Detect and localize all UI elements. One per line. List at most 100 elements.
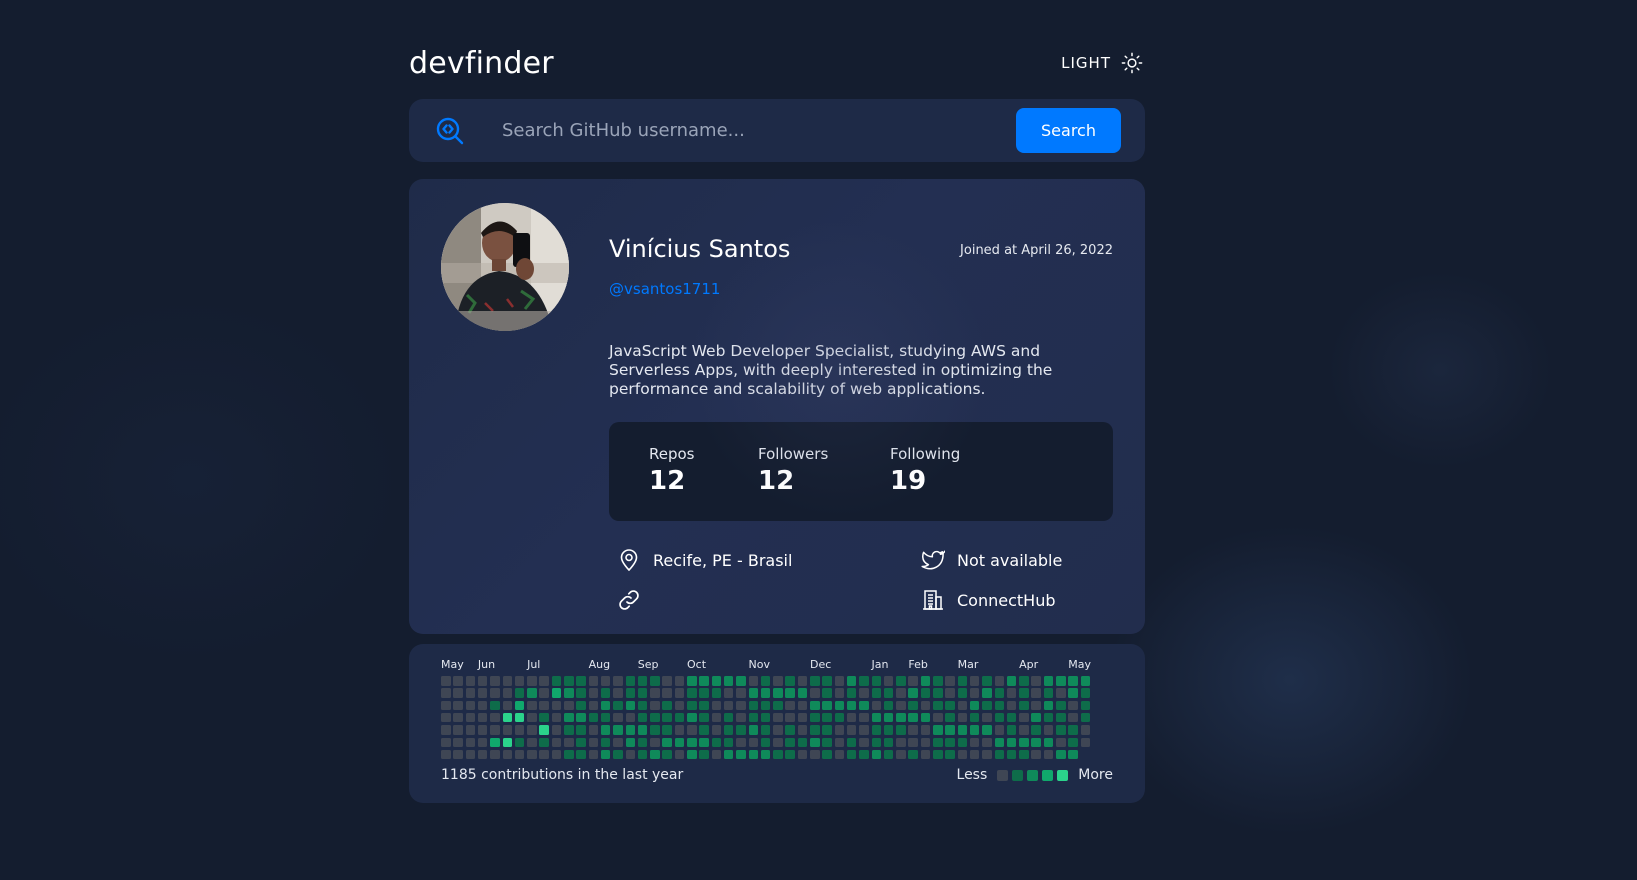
contribution-day [1019,676,1029,686]
contribution-day [1043,676,1054,686]
contribution-day [1068,737,1078,747]
contribution-day [1031,712,1041,723]
contribution-day [760,688,771,698]
contribution-day [760,712,771,723]
contribution-day [588,737,599,747]
contribution-day [527,749,537,760]
contribution-day [687,712,697,723]
contribution-day [674,725,685,735]
contribution-day [933,676,943,686]
contribution-legend: Less More [957,767,1113,783]
contribution-day [1080,737,1091,747]
contribution-day [982,688,992,698]
contribution-day [662,676,672,686]
contribution-day [477,712,488,723]
contribution-day [441,712,451,723]
contribution-day [662,700,672,711]
contribution-day [576,712,586,723]
contribution-day [477,725,488,735]
contribution-day [896,712,906,723]
contribution-day [810,725,820,735]
contribution-day [1068,700,1078,711]
legend-less: Less [956,767,988,783]
contribution-day [662,749,672,760]
contribution-day [1080,712,1091,723]
month-label: May [441,658,464,671]
month-label: Dec [810,658,832,671]
contribution-day [736,688,746,698]
contribution-day [883,688,894,698]
contribution-day [1006,725,1017,735]
contribution-day [564,712,574,723]
contribution-day [896,737,906,747]
contribution-day [699,712,709,723]
contribution-day [945,688,955,698]
theme-toggle-button[interactable]: LIGHT [1061,52,1143,74]
contribution-day [613,725,623,735]
search-button[interactable]: Search [1016,108,1121,153]
contribution-day [699,700,709,711]
location-text: Recife, PE - Brasil [653,550,793,570]
contribution-day [551,676,562,686]
profile-login-link[interactable]: @vsantos1711 [609,280,720,298]
contribution-day [465,725,476,735]
contribution-day [969,749,980,760]
contribution-day [465,712,476,723]
contribution-day [797,749,808,760]
contribution-day [969,688,980,698]
contribution-day [477,688,488,698]
contribution-day [933,737,943,747]
contribution-day [933,712,943,723]
contribution-day [687,749,697,760]
contribution-day [551,749,562,760]
contribution-day [711,737,722,747]
contribution-day [539,725,549,735]
contribution-day [477,737,488,747]
contribution-day [822,700,832,711]
contribution-day [810,712,820,723]
contribution-day [945,749,955,760]
contribution-day [650,725,660,735]
contribution-day [576,676,586,686]
contribution-day [797,737,808,747]
blog-item[interactable] [617,588,653,612]
contribution-day [514,688,525,698]
stat-repos: Repos 12 [649,445,695,497]
contribution-day [846,725,857,735]
contribution-day [674,712,685,723]
contribution-day [465,688,476,698]
contribution-day [871,712,881,723]
contribution-day [736,725,746,735]
contribution-day [883,737,894,747]
contribution-day [822,676,832,686]
contribution-day [920,725,931,735]
legend-swatch [1042,769,1054,781]
contribution-day [1031,725,1041,735]
contribution-day [810,749,820,760]
contribution-day [588,688,599,698]
contribution-day [490,688,500,698]
contribution-day [834,725,845,735]
contribution-day [613,688,623,698]
contribution-day [736,737,746,747]
contribution-day [760,725,771,735]
stat-label: Followers [758,445,829,463]
contribution-day [920,749,931,760]
contribution-day [490,676,500,686]
contribution-day [773,737,783,747]
contribution-day [1056,749,1066,760]
contribution-day [1056,688,1066,698]
search-input[interactable] [500,119,1004,142]
contribution-day [576,688,586,698]
contribution-day [994,676,1004,686]
contribution-day [625,688,635,698]
contribution-day [859,688,869,698]
contribution-day [1068,676,1078,686]
joined-date: Joined at April 26, 2022 [960,243,1113,258]
contribution-day [736,712,746,723]
contribution-day [908,688,918,698]
contribution-day [1056,712,1066,723]
contribution-day [650,676,660,686]
contribution-day [896,688,906,698]
contribution-day [662,688,672,698]
